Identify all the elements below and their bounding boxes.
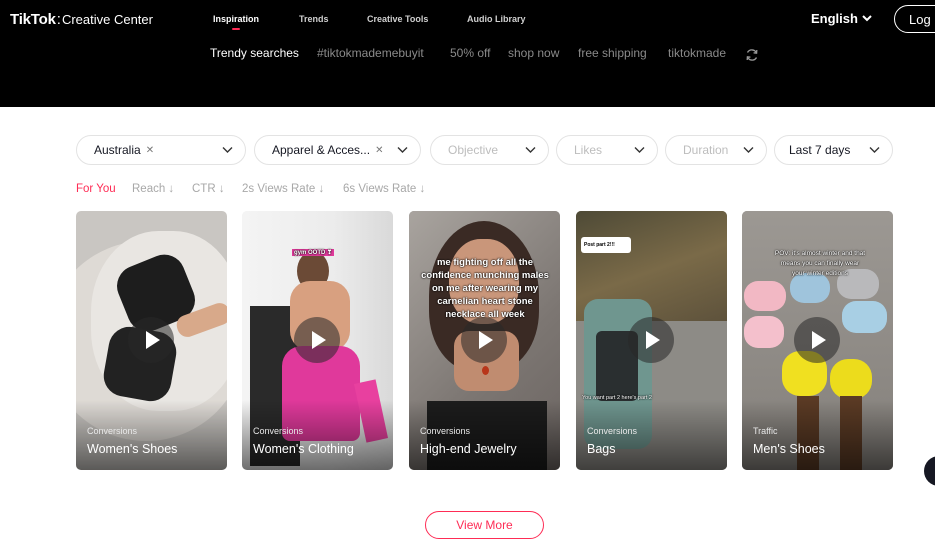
chevron-down-icon — [743, 147, 754, 153]
card-overlay-text: POV: it's almost winter and that means y… — [774, 250, 866, 277]
card-objective: Traffic — [753, 426, 778, 436]
period-filter[interactable]: Last 7 days — [774, 135, 893, 165]
play-icon[interactable] — [294, 317, 340, 363]
trend-keyword[interactable]: #tiktokmademebuyit — [317, 46, 424, 60]
pink-clog-image — [744, 316, 784, 348]
language-selector[interactable]: English — [811, 11, 872, 26]
card-objective: Conversions — [253, 426, 304, 436]
trend-keyword[interactable]: free shipping — [578, 46, 647, 60]
play-icon[interactable] — [794, 317, 840, 363]
video-card[interactable]: Post part 2!!! You want part 2 here's pa… — [576, 211, 727, 470]
chevron-down-icon — [525, 147, 536, 153]
duration-placeholder: Duration — [683, 143, 729, 157]
sort-tab-2s-views-rate[interactable]: 2s Views Rate ↓ — [242, 183, 324, 195]
clear-icon[interactable]: ✕ — [375, 145, 383, 156]
top-header: TikTok : Creative Center Inspiration Tre… — [0, 0, 935, 107]
blue-clog-image — [842, 301, 887, 333]
sort-tab-ctr[interactable]: CTR ↓ — [192, 183, 225, 195]
nav-trends[interactable]: Trends — [299, 14, 329, 24]
view-more-button[interactable]: View More — [425, 511, 544, 539]
chevron-down-icon — [869, 147, 880, 153]
card-industry: Women's Clothing — [253, 442, 354, 456]
card-overlay-text: me fighting off all the confidence munch… — [421, 257, 549, 320]
sort-tab-reach[interactable]: Reach ↓ — [132, 183, 174, 195]
period-value: Last 7 days — [789, 143, 851, 157]
refresh-icon[interactable] — [745, 48, 759, 62]
tiktok-creative-center-logo[interactable]: TikTok : Creative Center — [10, 11, 153, 28]
card-objective: Conversions — [587, 426, 638, 436]
trend-keyword[interactable]: 50% off — [450, 46, 490, 60]
chevron-down-icon — [634, 147, 645, 153]
card-objective: Conversions — [87, 426, 138, 436]
video-card[interactable]: Conversions Women's Shoes — [76, 211, 227, 470]
logo-subtitle: Creative Center — [61, 12, 153, 27]
video-card[interactable]: POV: it's almost winter and that means y… — [742, 211, 893, 470]
floating-side-button[interactable] — [924, 456, 935, 486]
trendy-searches-label: Trendy searches — [210, 46, 299, 60]
chevron-down-icon — [397, 147, 408, 153]
video-card[interactable]: me fighting off all the confidence munch… — [409, 211, 560, 470]
comment-text: Post part 2!!! — [584, 242, 615, 248]
sort-tab-for-you[interactable]: For You — [76, 183, 116, 195]
logo-separator: : — [56, 11, 61, 28]
chevron-down-icon — [862, 15, 872, 22]
card-overlay-text: gym OOTD ❣ — [292, 249, 335, 256]
region-value: Australia — [94, 143, 141, 157]
likes-filter[interactable]: Likes — [556, 135, 658, 165]
card-industry: Men's Shoes — [753, 442, 825, 456]
card-industry: Bags — [587, 442, 616, 456]
trend-keyword[interactable]: tiktokmade — [668, 46, 726, 60]
card-industry: Women's Shoes — [87, 442, 178, 456]
necklace-image — [482, 366, 489, 375]
card-objective: Conversions — [420, 426, 471, 436]
play-icon[interactable] — [461, 317, 507, 363]
nav-creative-tools[interactable]: Creative Tools — [367, 14, 428, 24]
logo-brand: TikTok — [10, 11, 56, 28]
chevron-down-icon — [222, 147, 233, 153]
nav-inspiration[interactable]: Inspiration — [213, 14, 259, 30]
objective-filter[interactable]: Objective — [430, 135, 549, 165]
trend-keyword[interactable]: shop now — [508, 46, 559, 60]
comment-bubble: Post part 2!!! — [581, 237, 631, 253]
industry-filter[interactable]: Apparel & Acces... ✕ — [254, 135, 421, 165]
play-icon[interactable] — [128, 317, 174, 363]
region-filter[interactable]: Australia ✕ — [76, 135, 246, 165]
objective-placeholder: Objective — [448, 143, 499, 157]
card-industry: High-end Jewelry — [420, 442, 517, 456]
sort-tab-6s-views-rate[interactable]: 6s Views Rate ↓ — [343, 183, 425, 195]
play-icon[interactable] — [628, 317, 674, 363]
duration-filter[interactable]: Duration — [665, 135, 767, 165]
industry-value: Apparel & Acces... — [272, 143, 371, 157]
likes-placeholder: Likes — [574, 143, 603, 157]
yellow-clog-image — [830, 359, 872, 399]
language-label: English — [811, 11, 858, 26]
nav-audio-library[interactable]: Audio Library — [467, 14, 526, 24]
clear-icon[interactable]: ✕ — [146, 145, 154, 156]
login-button[interactable]: Log — [894, 5, 935, 33]
video-card[interactable]: gym OOTD ❣ Conversions Women's Clothing — [242, 211, 393, 470]
pink-clog-image — [744, 281, 786, 311]
